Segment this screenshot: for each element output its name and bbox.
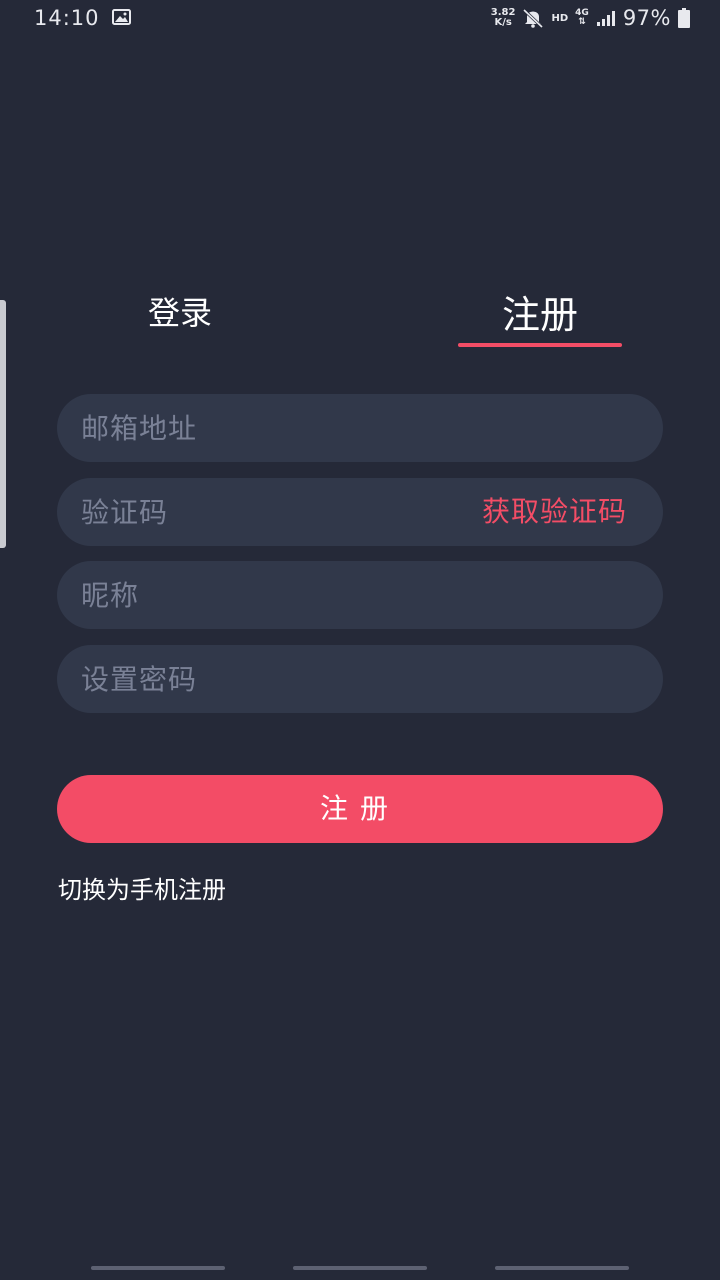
status-time: 14:10 — [34, 6, 100, 30]
register-screen: 14:10 3.82 K/s HD 4G ⇅ 97% 登录 注册 邮箱地址 验证… — [0, 0, 720, 1280]
verification-code-field: 获取验证码 — [57, 478, 663, 546]
register-button[interactable]: 注册 — [57, 775, 663, 843]
verification-code-input[interactable] — [81, 478, 441, 546]
status-indicators: 3.82 K/s HD 4G ⇅ 97% — [491, 4, 690, 32]
tab-register[interactable]: 注册 — [458, 284, 622, 339]
net-speed: 3.82 K/s — [491, 8, 516, 28]
mute-icon — [523, 8, 544, 28]
email-input[interactable] — [81, 394, 441, 462]
net-speed-unit: K/s — [494, 17, 512, 28]
tab-active-indicator — [458, 343, 622, 347]
tab-login[interactable]: 登录 — [100, 288, 260, 334]
nickname-input[interactable] — [81, 561, 441, 629]
password-field — [57, 645, 663, 713]
battery-icon — [678, 8, 690, 28]
signal-icon — [596, 11, 615, 26]
battery-percentage: 97% — [622, 6, 671, 30]
hd-label: HD — [551, 12, 569, 24]
edge-panel-handle[interactable] — [0, 300, 6, 548]
nav-back-bar[interactable] — [495, 1266, 629, 1270]
switch-to-phone-register-link[interactable]: 切换为手机注册 — [58, 870, 226, 905]
nav-recents-bar[interactable] — [91, 1266, 225, 1270]
get-code-button[interactable]: 获取验证码 — [482, 478, 627, 546]
gallery-icon — [112, 9, 131, 25]
nickname-field — [57, 561, 663, 629]
network-type: 4G ⇅ — [575, 9, 589, 27]
nav-home-bar[interactable] — [293, 1266, 427, 1270]
status-bar: 14:10 3.82 K/s HD 4G ⇅ 97% — [0, 0, 720, 36]
password-input[interactable] — [81, 645, 441, 713]
data-arrows-icon: ⇅ — [578, 17, 586, 27]
email-field — [57, 394, 663, 462]
